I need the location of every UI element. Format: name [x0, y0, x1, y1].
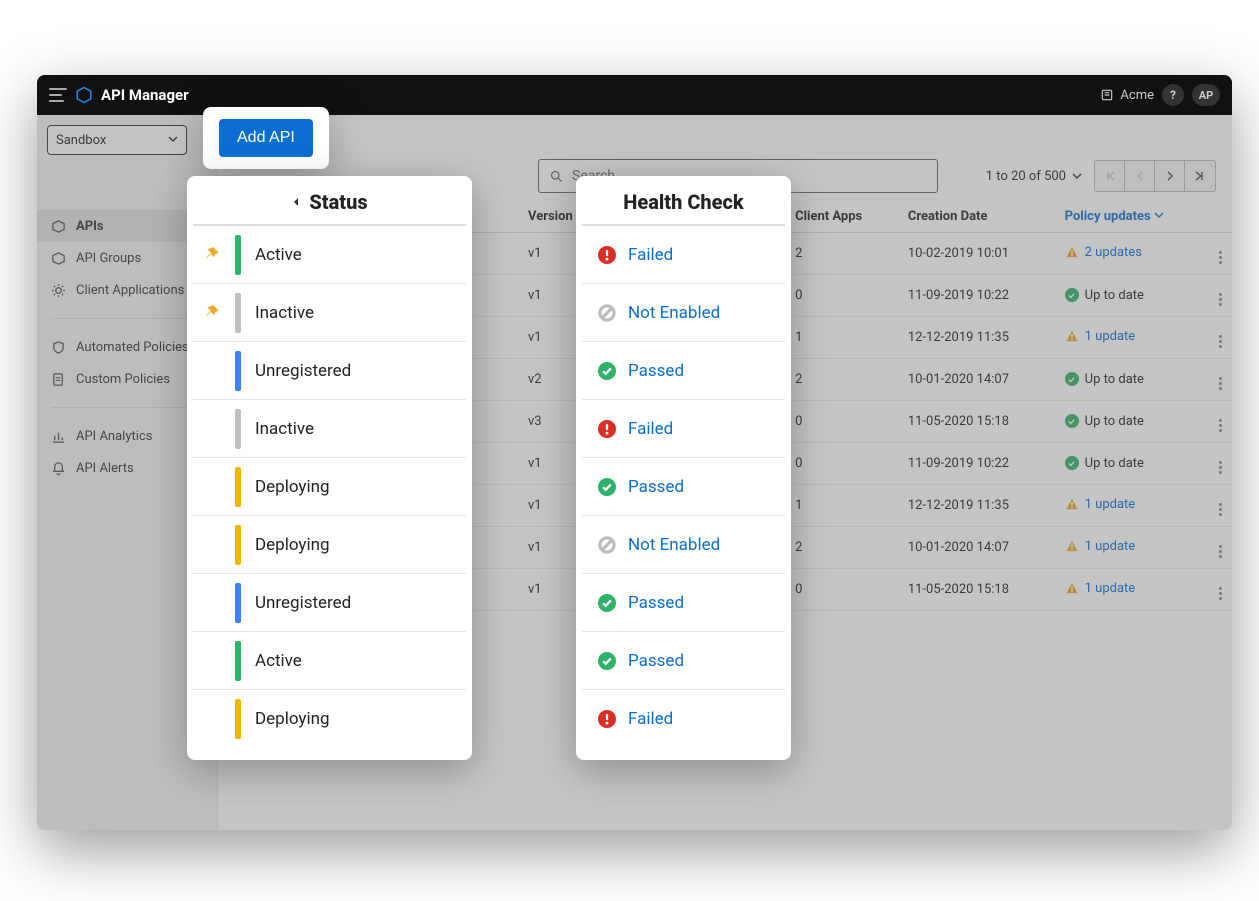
health-failed-icon [598, 710, 616, 728]
status-popover: Status ActiveInactiveUnregisteredInactiv… [187, 176, 472, 760]
policy-update-link[interactable]: 1 update [1065, 539, 1136, 554]
row-menu-button[interactable] [1209, 569, 1232, 611]
add-api-button[interactable]: Add API [219, 119, 313, 157]
status-item[interactable]: Deploying [193, 458, 466, 516]
policy-update-link[interactable]: 1 update [1065, 329, 1136, 344]
health-notenabled-icon [598, 536, 616, 554]
chevron-down-icon [1154, 210, 1164, 220]
row-menu-button[interactable] [1209, 485, 1232, 527]
healthcheck-item[interactable]: Failed [582, 690, 785, 748]
pagination: 1 to 20 of 500 [986, 160, 1216, 192]
chevron-down-icon [168, 133, 178, 148]
status-color-yellow [235, 525, 241, 565]
status-color-green [235, 235, 241, 275]
hexagon-icon [51, 219, 66, 234]
help-button[interactable]: ? [1162, 84, 1184, 106]
menu-icon[interactable] [49, 88, 67, 102]
health-popover-title: Health Check [582, 190, 785, 226]
policy-uptodate: Up to date [1065, 456, 1144, 471]
status-color-blue [235, 351, 241, 391]
status-color-grey [235, 293, 241, 333]
org-switcher[interactable]: Acme [1100, 88, 1154, 103]
health-notenabled-icon [598, 304, 616, 322]
row-menu-button[interactable] [1209, 443, 1232, 485]
policy-update-link[interactable]: 2 updates [1065, 245, 1142, 260]
healthcheck-item[interactable]: Failed [582, 400, 785, 458]
page-last-button[interactable] [1185, 161, 1215, 191]
chart-icon [51, 429, 66, 444]
health-popover: Health Check FailedNot EnabledPassedFail… [576, 176, 791, 760]
row-menu-button[interactable] [1209, 275, 1232, 317]
row-menu-button[interactable] [1209, 527, 1232, 569]
status-popover-title: Status [193, 190, 466, 226]
shield-icon [51, 340, 66, 355]
status-item[interactable]: Inactive [193, 400, 466, 458]
status-item[interactable]: Unregistered [193, 574, 466, 632]
bell-icon [51, 461, 66, 476]
healthcheck-item[interactable]: Passed [582, 632, 785, 690]
row-menu-button[interactable] [1209, 317, 1232, 359]
status-item[interactable]: Unregistered [193, 342, 466, 400]
col-policy-updates[interactable]: Policy updates [1055, 201, 1209, 233]
col-client-apps[interactable]: Client Apps [785, 201, 898, 233]
row-menu-button[interactable] [1209, 233, 1232, 275]
healthcheck-item[interactable]: Not Enabled [582, 516, 785, 574]
page-next-button[interactable] [1155, 161, 1185, 191]
chevron-down-icon [1072, 171, 1082, 181]
pin-icon [203, 304, 221, 322]
health-passed-icon [598, 478, 616, 496]
status-item[interactable]: Inactive [193, 284, 466, 342]
app-title: API Manager [101, 86, 189, 104]
healthcheck-item[interactable]: Passed [582, 458, 785, 516]
status-item[interactable]: Deploying [193, 516, 466, 574]
status-color-grey [235, 409, 241, 449]
page-first-button[interactable] [1095, 161, 1125, 191]
pin-icon [203, 246, 221, 264]
health-passed-icon [598, 362, 616, 380]
environment-selected: Sandbox [56, 133, 106, 148]
healthcheck-item[interactable]: Passed [582, 574, 785, 632]
org-name: Acme [1120, 88, 1154, 103]
row-menu-button[interactable] [1209, 359, 1232, 401]
health-passed-icon [598, 594, 616, 612]
healthcheck-item[interactable]: Failed [582, 226, 785, 284]
gear-icon [51, 283, 66, 298]
environment-select[interactable]: Sandbox [47, 125, 187, 155]
search-icon [549, 169, 564, 184]
policy-uptodate: Up to date [1065, 414, 1144, 429]
page-prev-button[interactable] [1125, 161, 1155, 191]
health-failed-icon [598, 246, 616, 264]
avatar[interactable]: AP [1192, 84, 1220, 106]
healthcheck-item[interactable]: Not Enabled [582, 284, 785, 342]
status-color-yellow [235, 467, 241, 507]
status-color-yellow [235, 699, 241, 739]
health-failed-icon [598, 420, 616, 438]
doc-icon [51, 372, 66, 387]
health-passed-icon [598, 652, 616, 670]
policy-update-link[interactable]: 1 update [1065, 581, 1136, 596]
row-menu-button[interactable] [1209, 401, 1232, 443]
pagination-range[interactable]: 1 to 20 of 500 [986, 169, 1082, 184]
policy-update-link[interactable]: 1 update [1065, 497, 1136, 512]
status-item[interactable]: Active [193, 226, 466, 284]
hexagon-outline-icon [51, 251, 66, 266]
status-item[interactable]: Active [193, 632, 466, 690]
policy-uptodate: Up to date [1065, 372, 1144, 387]
status-color-green [235, 641, 241, 681]
caret-left-icon [291, 197, 301, 207]
status-color-blue [235, 583, 241, 623]
policy-uptodate: Up to date [1065, 288, 1144, 303]
add-api-popover: Add API [203, 107, 329, 169]
status-item[interactable]: Deploying [193, 690, 466, 748]
col-creation[interactable]: Creation Date [898, 201, 1055, 233]
healthcheck-item[interactable]: Passed [582, 342, 785, 400]
logo-icon [75, 86, 93, 104]
